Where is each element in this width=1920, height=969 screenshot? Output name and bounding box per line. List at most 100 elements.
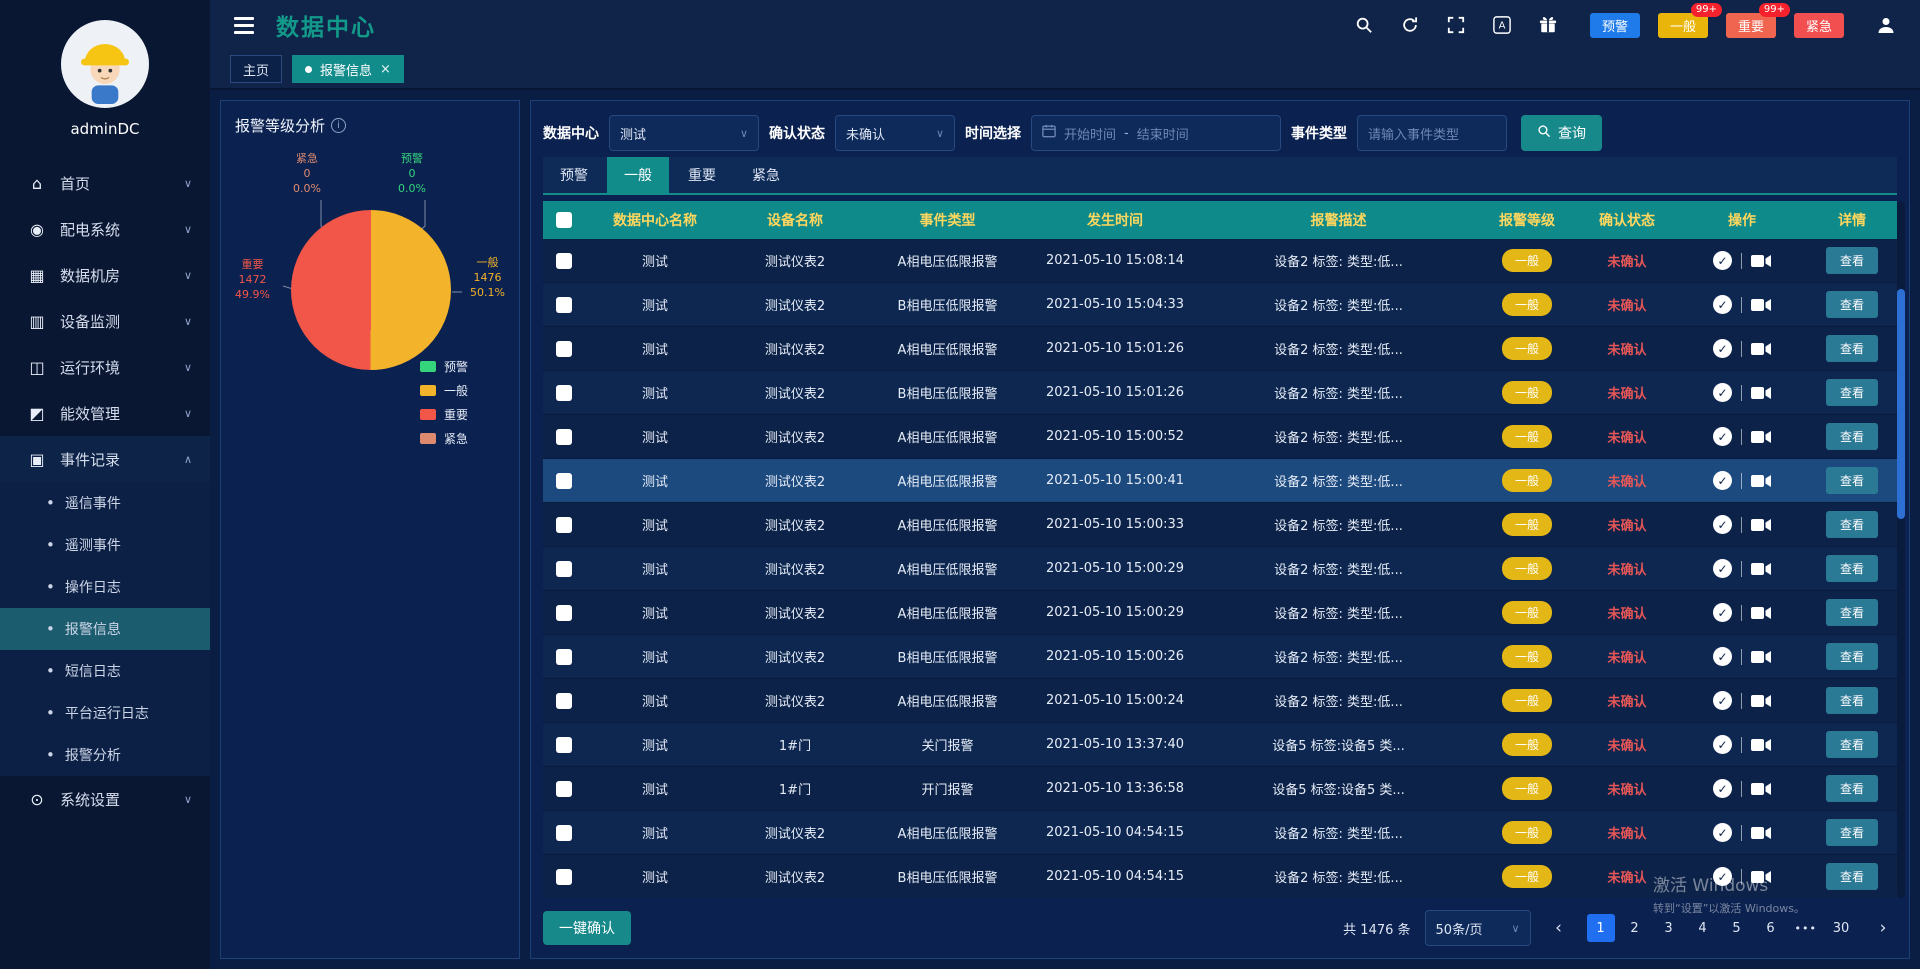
row-checkbox[interactable] — [556, 649, 572, 665]
confirm-check-icon[interactable]: ✓ — [1713, 427, 1732, 446]
view-button[interactable]: 查看 — [1826, 599, 1878, 626]
table-row[interactable]: 测试测试仪表2A相电压低限报警2021-05-10 15:00:29设备2 标签… — [543, 547, 1897, 591]
row-checkbox[interactable] — [556, 297, 572, 313]
close-icon[interactable]: × — [380, 62, 391, 77]
page-tab[interactable]: 报警信息× — [292, 55, 404, 83]
fullscreen-icon[interactable] — [1442, 11, 1470, 39]
view-button[interactable]: 查看 — [1826, 511, 1878, 538]
next-page-button[interactable]: › — [1869, 914, 1897, 942]
row-checkbox[interactable] — [556, 737, 572, 753]
sidebar-subitem[interactable]: •短信日志 — [0, 650, 210, 692]
confirm-check-icon[interactable]: ✓ — [1713, 471, 1732, 490]
row-checkbox[interactable] — [556, 781, 572, 797]
camera-icon[interactable] — [1751, 870, 1771, 884]
confirm-check-icon[interactable]: ✓ — [1713, 779, 1732, 798]
row-checkbox[interactable] — [556, 473, 572, 489]
alarm-tab[interactable]: 预警 — [543, 157, 605, 193]
alarm-tab[interactable]: 紧急 — [735, 157, 797, 193]
sidebar-item-environment[interactable]: ◫运行环境∨ — [0, 344, 210, 390]
query-button[interactable]: 查询 — [1521, 115, 1602, 151]
camera-icon[interactable] — [1751, 298, 1771, 312]
sidebar-subitem[interactable]: •遥信事件 — [0, 482, 210, 524]
page-size-select[interactable]: 50条/页 ∨ — [1425, 910, 1531, 946]
camera-icon[interactable] — [1751, 694, 1771, 708]
user-icon[interactable] — [1872, 11, 1900, 39]
confirm-check-icon[interactable]: ✓ — [1713, 515, 1732, 534]
confirm-check-icon[interactable]: ✓ — [1713, 559, 1732, 578]
view-button[interactable]: 查看 — [1826, 863, 1878, 890]
table-row[interactable]: 测试测试仪表2A相电压低限报警2021-05-10 15:00:41设备2 标签… — [543, 459, 1897, 503]
table-row[interactable]: 测试测试仪表2A相电压低限报警2021-05-10 15:00:29设备2 标签… — [543, 591, 1897, 635]
row-checkbox[interactable] — [556, 429, 572, 445]
confirm-check-icon[interactable]: ✓ — [1713, 647, 1732, 666]
page-button[interactable]: ••• — [1791, 914, 1821, 942]
table-row[interactable]: 测试1#门关门报警2021-05-10 13:37:40设备5 标签:设备5 类… — [543, 723, 1897, 767]
sidebar-subitem[interactable]: •报警分析 — [0, 734, 210, 776]
camera-icon[interactable] — [1751, 518, 1771, 532]
page-button[interactable]: 4 — [1689, 914, 1717, 942]
header-level-badge[interactable]: 一般99+ — [1658, 13, 1708, 38]
confirm-check-icon[interactable]: ✓ — [1713, 823, 1732, 842]
table-row[interactable]: 测试测试仪表2A相电压低限报警2021-05-10 15:08:14设备2 标签… — [543, 239, 1897, 283]
page-button[interactable]: 2 — [1621, 914, 1649, 942]
scrollbar-track[interactable] — [1897, 201, 1905, 898]
sidebar-subitem[interactable]: •平台运行日志 — [0, 692, 210, 734]
table-row[interactable]: 测试1#门开门报警2021-05-10 13:36:58设备5 标签:设备5 类… — [543, 767, 1897, 811]
view-button[interactable]: 查看 — [1826, 247, 1878, 274]
confirm-check-icon[interactable]: ✓ — [1713, 603, 1732, 622]
sidebar-item-settings[interactable]: ⊙系统设置∨ — [0, 776, 210, 822]
sidebar-item-home[interactable]: ⌂首页∨ — [0, 160, 210, 206]
table-row[interactable]: 测试测试仪表2B相电压低限报警2021-05-10 04:54:15设备2 标签… — [543, 855, 1897, 898]
view-button[interactable]: 查看 — [1826, 775, 1878, 802]
page-button[interactable]: 6 — [1757, 914, 1785, 942]
page-button[interactable]: 1 — [1587, 914, 1615, 942]
scrollbar-thumb[interactable] — [1897, 289, 1905, 519]
sidebar-subitem[interactable]: •报警信息 — [0, 608, 210, 650]
confirm-status-select[interactable]: 未确认 ∨ — [835, 115, 955, 151]
translate-icon[interactable]: A — [1488, 11, 1516, 39]
page-button[interactable]: 3 — [1655, 914, 1683, 942]
camera-icon[interactable] — [1751, 562, 1771, 576]
sidebar-item-power[interactable]: ◉配电系统∨ — [0, 206, 210, 252]
view-button[interactable]: 查看 — [1826, 555, 1878, 582]
table-row[interactable]: 测试测试仪表2B相电压低限报警2021-05-10 15:01:26设备2 标签… — [543, 371, 1897, 415]
confirm-check-icon[interactable]: ✓ — [1713, 735, 1732, 754]
table-row[interactable]: 测试测试仪表2A相电压低限报警2021-05-10 04:54:15设备2 标签… — [543, 811, 1897, 855]
row-checkbox[interactable] — [556, 385, 572, 401]
table-row[interactable]: 测试测试仪表2B相电压低限报警2021-05-10 15:04:33设备2 标签… — [543, 283, 1897, 327]
confirm-check-icon[interactable]: ✓ — [1713, 867, 1732, 886]
page-button[interactable]: 30 — [1827, 914, 1855, 942]
row-checkbox[interactable] — [556, 605, 572, 621]
table-row[interactable]: 测试测试仪表2A相电压低限报警2021-05-10 15:00:33设备2 标签… — [543, 503, 1897, 547]
event-type-input[interactable]: 请输入事件类型 — [1357, 115, 1507, 151]
sidebar-subitem[interactable]: •操作日志 — [0, 566, 210, 608]
camera-icon[interactable] — [1751, 254, 1771, 268]
camera-icon[interactable] — [1751, 430, 1771, 444]
camera-icon[interactable] — [1751, 342, 1771, 356]
camera-icon[interactable] — [1751, 782, 1771, 796]
search-icon[interactable] — [1350, 11, 1378, 39]
header-level-badge[interactable]: 预警 — [1590, 13, 1640, 38]
confirm-check-icon[interactable]: ✓ — [1713, 383, 1732, 402]
table-row[interactable]: 测试测试仪表2A相电压低限报警2021-05-10 15:00:52设备2 标签… — [543, 415, 1897, 459]
sidebar-item-monitor[interactable]: ▥设备监测∨ — [0, 298, 210, 344]
page-tab[interactable]: 主页 — [230, 55, 282, 83]
row-checkbox[interactable] — [556, 517, 572, 533]
confirm-check-icon[interactable]: ✓ — [1713, 295, 1732, 314]
camera-icon[interactable] — [1751, 826, 1771, 840]
view-button[interactable]: 查看 — [1826, 819, 1878, 846]
table-row[interactable]: 测试测试仪表2B相电压低限报警2021-05-10 15:00:26设备2 标签… — [543, 635, 1897, 679]
row-checkbox[interactable] — [556, 693, 572, 709]
camera-icon[interactable] — [1751, 650, 1771, 664]
sidebar-item-events[interactable]: ▣事件记录∧ — [0, 436, 210, 482]
header-level-badge[interactable]: 紧急 — [1794, 13, 1844, 38]
view-button[interactable]: 查看 — [1826, 335, 1878, 362]
confirm-check-icon[interactable]: ✓ — [1713, 691, 1732, 710]
date-range-picker[interactable]: 开始时间 - 结束时间 — [1031, 115, 1281, 151]
camera-icon[interactable] — [1751, 386, 1771, 400]
view-button[interactable]: 查看 — [1826, 687, 1878, 714]
alarm-tab[interactable]: 一般 — [607, 157, 669, 193]
view-button[interactable]: 查看 — [1826, 731, 1878, 758]
row-checkbox[interactable] — [556, 253, 572, 269]
view-button[interactable]: 查看 — [1826, 379, 1878, 406]
